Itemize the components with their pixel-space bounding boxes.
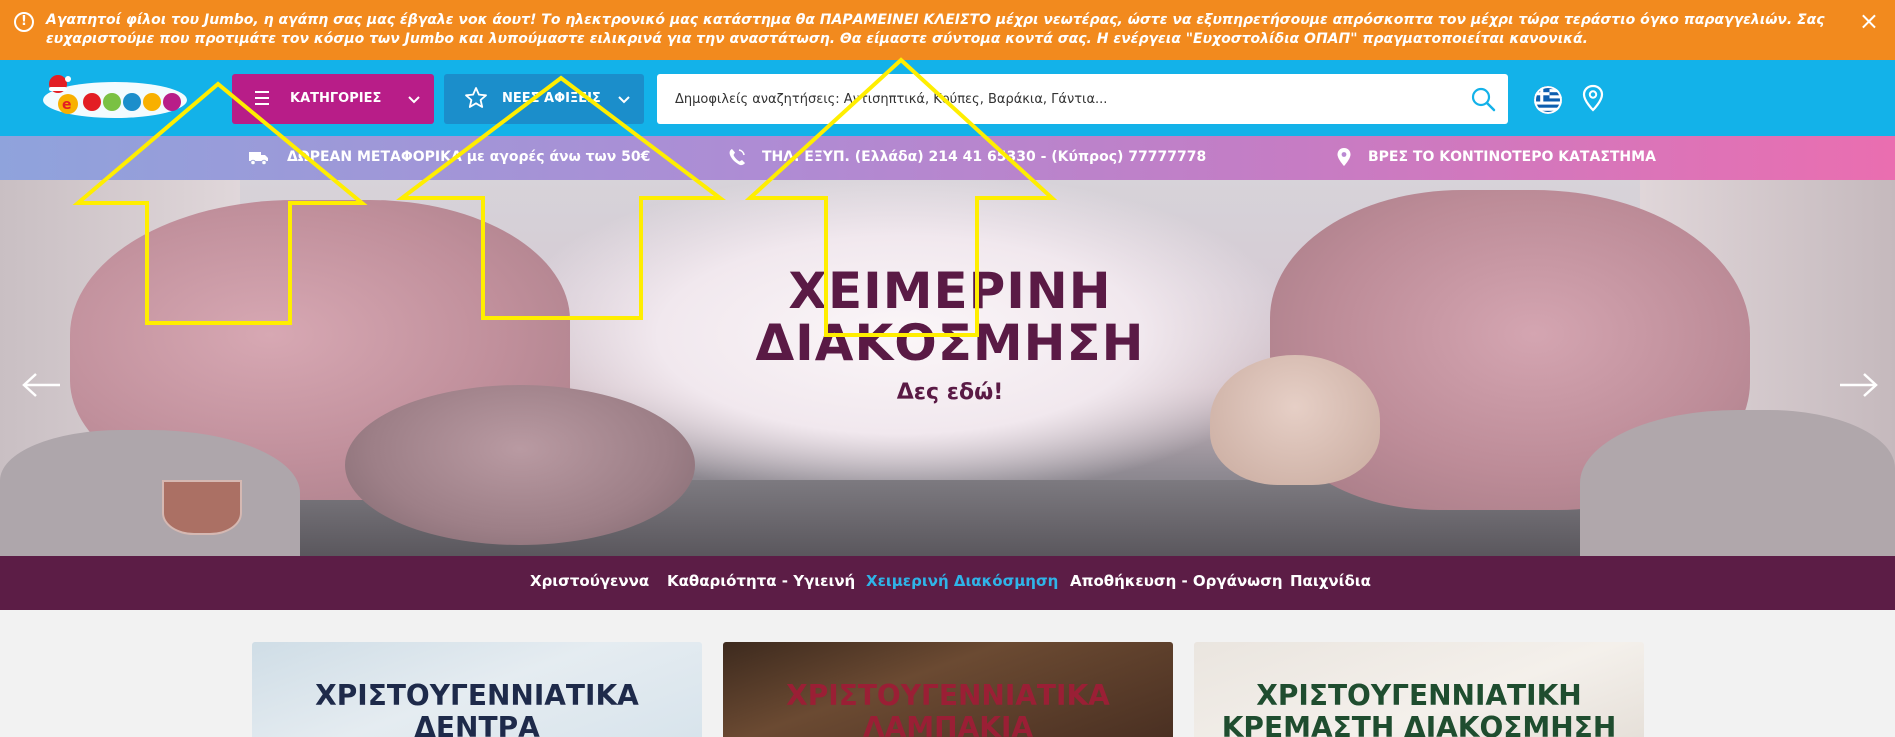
categories-label: ΚΑΤΗΓΟΡΙΕΣ — [290, 91, 382, 106]
category-link-winter-decoration[interactable]: Χειμερινή Διακόσμηση — [866, 572, 1058, 590]
chevron-down-icon — [408, 96, 420, 104]
svg-text:e: e — [62, 97, 72, 113]
jumbo-logo[interactable]: e — [40, 74, 190, 120]
hero-blanket — [1580, 410, 1895, 556]
promo-card[interactable]: ΧΡΙΣΤΟΥΓΕΝΝΙΑΤΙΚΑ ΛΑΜΠΑΚΙΑ — [723, 642, 1173, 737]
phone-support-text: ΤΗΛ. ΕΞΥΠ. (Ελλάδα) 214 41 65330 - (Κύπρ… — [762, 149, 1207, 165]
info-strip: ΔΩΡΕΑΝ ΜΕΤΑΦΟΡΙΚΑ με αγορές άνω των 50€ … — [0, 136, 1895, 180]
hero-title-line: ΧΕΙΜΕΡΙΝΗ — [788, 262, 1112, 320]
category-link-storage[interactable]: Αποθήκευση - Οργάνωση — [1070, 572, 1283, 590]
search-box — [657, 74, 1508, 124]
search-icon[interactable] — [1470, 86, 1496, 112]
hero-blanket — [0, 430, 300, 556]
category-nav: Χριστούγεννα Καθαριότητα - Υγιεινή Χειμε… — [0, 556, 1895, 610]
promo-card[interactable]: ΧΡΙΣΤΟΥΓΕΝΝΙΑΤΙΚΗ ΚΡΕΜΑΣΤΗ ΔΙΑΚΟΣΜΗΣΗ — [1194, 642, 1644, 737]
promo-card-title: ΧΡΙΣΤΟΥΓΕΝΝΙΑΤΙΚΑ ΛΑΜΠΑΚΙΑ — [723, 680, 1173, 737]
arrow-left-icon[interactable] — [20, 370, 64, 400]
promo-card-title-line: ΛΑΜΠΑΚΙΑ — [862, 711, 1034, 737]
promo-card-title-line: ΚΡΕΜΑΣΤΗ ΔΙΑΚΟΣΜΗΣΗ — [1221, 711, 1617, 737]
menu-icon — [255, 91, 269, 105]
hero-cta[interactable]: Δες εδώ! — [700, 380, 1200, 405]
hero-title: ΧΕΙΜΕΡΙΝΗ ΔΙΑΚΟΣΜΗΣΗ — [700, 265, 1200, 369]
new-arrivals-button[interactable]: ΝΕΕΣ ΑΦΙΞΕΙΣ — [444, 74, 644, 124]
promo-card-title-line: ΧΡΙΣΤΟΥΓΕΝΝΙΑΤΙΚΑ — [315, 679, 639, 712]
categories-button[interactable]: ΚΑΤΗΓΟΡΙΕΣ — [232, 74, 434, 124]
promo-card-title-line: ΔΕΝΤΡΑ — [414, 711, 540, 737]
hero-cup — [162, 480, 242, 535]
promo-card-title: ΧΡΙΣΤΟΥΓΕΝΝΙΑΤΙΚΗ ΚΡΕΜΑΣΤΗ ΔΙΑΚΟΣΜΗΣΗ — [1194, 680, 1644, 737]
promo-card-title-line: ΧΡΙΣΤΟΥΓΕΝΝΙΑΤΙΚΑ — [786, 679, 1110, 712]
search-input[interactable] — [675, 74, 1455, 124]
hero-title-line: ΔΙΑΚΟΣΜΗΣΗ — [755, 314, 1145, 372]
promo-card[interactable]: ΧΡΙΣΤΟΥΓΕΝΝΙΑΤΙΚΑ ΔΕΝΤΡΑ — [252, 642, 702, 737]
promo-card-title: ΧΡΙΣΤΟΥΓΕΝΝΙΑΤΙΚΑ ΔΕΝΤΡΑ — [252, 680, 702, 737]
alert-icon: ! — [14, 12, 34, 32]
hero-banner[interactable]: ΧΕΙΜΕΡΙΝΗ ΔΙΑΚΟΣΜΗΣΗ Δες εδώ! — [0, 180, 1895, 556]
category-link-christmas[interactable]: Χριστούγεννα — [530, 572, 649, 590]
category-link-toys[interactable]: Παιχνίδια — [1290, 572, 1371, 590]
hero-cushion — [345, 385, 695, 545]
chevron-down-icon — [618, 96, 630, 104]
location-pin-icon[interactable] — [1582, 84, 1604, 112]
truck-icon — [249, 152, 268, 166]
alert-banner: ! Αγαπητοί φίλοι του Jumbo, η αγάπη σας … — [0, 0, 1895, 60]
hero-cat — [1210, 355, 1380, 485]
arrow-right-icon[interactable] — [1836, 370, 1880, 400]
category-link-cleaning[interactable]: Καθαριότητα - Υγιεινή — [667, 572, 855, 590]
free-shipping-text: ΔΩΡΕΑΝ ΜΕΤΑΦΟΡΙΚΑ με αγορές άνω των 50€ — [287, 149, 651, 165]
location-pin-icon — [1337, 148, 1351, 166]
close-icon[interactable]: × — [1859, 9, 1879, 33]
phone-icon — [729, 149, 745, 166]
new-arrivals-label: ΝΕΕΣ ΑΦΙΞΕΙΣ — [502, 91, 601, 106]
greek-flag-icon[interactable] — [1534, 86, 1562, 114]
star-icon — [465, 87, 487, 108]
store-locator-link[interactable]: ΒΡΕΣ ΤΟ ΚΟΝΤΙΝΟΤΕΡΟ ΚΑΤΑΣΤΗΜΑ — [1368, 149, 1656, 165]
promo-card-title-line: ΧΡΙΣΤΟΥΓΕΝΝΙΑΤΙΚΗ — [1256, 679, 1582, 712]
site-header: e ΚΑΤΗΓΟΡΙΕΣ ΝΕΕΣ ΑΦΙΞΕΙΣ — [0, 60, 1895, 136]
alert-message: Αγαπητοί φίλοι του Jumbo, η αγάπη σας μα… — [46, 12, 1825, 47]
